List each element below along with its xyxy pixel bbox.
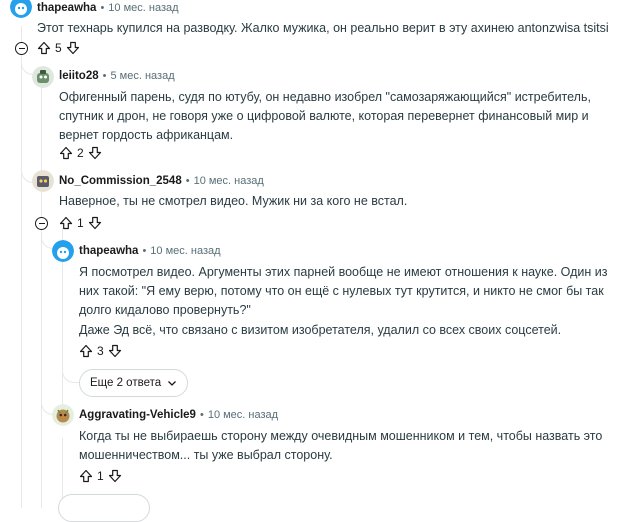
- chevron-down-icon: [168, 381, 177, 386]
- vote-bar: 2: [59, 146, 102, 160]
- username[interactable]: thapeawha: [37, 2, 96, 14]
- separator: •: [185, 175, 190, 187]
- timestamp[interactable]: 5 мес. назад: [111, 70, 175, 82]
- vote-count: 1: [97, 469, 104, 483]
- vote-count: 3: [97, 344, 104, 358]
- comment-text: Я посмотрел видео. Аргументы этих парней…: [79, 265, 608, 317]
- upvote-icon[interactable]: [59, 216, 73, 230]
- collapse-thread-button[interactable]: [35, 217, 48, 230]
- timestamp[interactable]: 10 мес. назад: [150, 245, 220, 257]
- separator: •: [199, 409, 204, 421]
- avatar[interactable]: [32, 66, 54, 88]
- username[interactable]: No_Commission_2548: [59, 175, 182, 187]
- separator: •: [142, 245, 147, 257]
- downvote-icon[interactable]: [88, 216, 102, 230]
- downvote-icon[interactable]: [88, 146, 102, 160]
- vote-bar: 1: [59, 216, 102, 230]
- more-replies-label: Еще 2 ответа: [90, 377, 162, 389]
- upvote-icon[interactable]: [79, 469, 93, 483]
- separator: •: [102, 70, 107, 82]
- comment-text: Когда ты не выбираешь сторону между очев…: [79, 429, 603, 462]
- vote-bar: 3: [79, 344, 122, 358]
- vote-count: 2: [77, 146, 84, 160]
- thread-connector: [62, 362, 79, 383]
- timestamp[interactable]: 10 мес. назад: [194, 175, 264, 187]
- comment-text: Наверное, ты не смотрел видео. Мужик ни …: [59, 194, 408, 208]
- avatar[interactable]: [32, 170, 54, 192]
- downvote-icon[interactable]: [108, 344, 122, 358]
- vote-bar: 5: [37, 41, 80, 55]
- downvote-icon[interactable]: [66, 41, 80, 55]
- username[interactable]: Aggravating-Vehicle9: [79, 409, 196, 421]
- comment-meta: No_Commission_2548 • 10 мес. назад: [59, 175, 264, 187]
- thread-line-level1: [41, 86, 42, 508]
- collapse-thread-button[interactable]: [15, 42, 28, 55]
- comment-meta: Aggravating-Vehicle9 • 10 мес. назад: [79, 409, 278, 421]
- comment-text: Этот технарь купился на разводку. Жалко …: [37, 21, 609, 35]
- timestamp[interactable]: 10 мес. назад: [108, 2, 178, 14]
- comment-meta: thapeawha • 10 мес. назад: [37, 2, 179, 14]
- vote-count: 1: [77, 216, 84, 230]
- avatar[interactable]: [10, 0, 32, 18]
- username[interactable]: leiito28: [59, 70, 99, 82]
- comment-meta: thapeawha • 10 мес. назад: [79, 245, 221, 257]
- comment-text: Офигенный парень, судя по ютубу, он неда…: [59, 90, 591, 142]
- downvote-icon[interactable]: [108, 469, 122, 483]
- avatar[interactable]: [52, 240, 74, 262]
- upvote-icon[interactable]: [59, 146, 73, 160]
- separator: •: [100, 2, 105, 14]
- more-replies-button-partial[interactable]: [58, 494, 150, 522]
- vote-bar: 1: [79, 469, 122, 483]
- username[interactable]: thapeawha: [79, 245, 138, 257]
- more-replies-button[interactable]: Еще 2 ответа: [79, 369, 189, 397]
- comment-meta: leiito28 • 5 мес. назад: [59, 70, 175, 82]
- upvote-icon[interactable]: [79, 344, 93, 358]
- thread-line-root: [21, 26, 22, 508]
- vote-count: 5: [55, 41, 62, 55]
- avatar[interactable]: [52, 404, 74, 426]
- timestamp[interactable]: 10 мес. назад: [208, 409, 278, 421]
- upvote-icon[interactable]: [37, 41, 51, 55]
- comment-text-paragraph: Даже Эд всё, что связано с визитом изобр…: [79, 323, 562, 337]
